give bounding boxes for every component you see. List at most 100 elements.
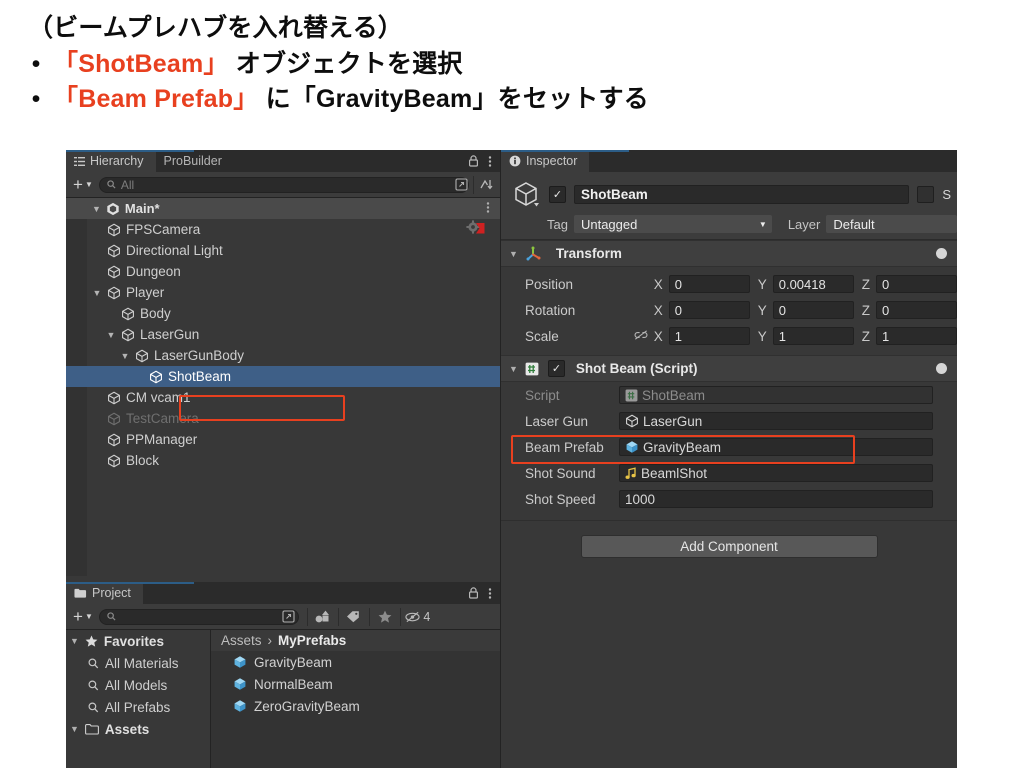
hierarchy-item-block[interactable]: Block [66,450,500,471]
project-hidden-count-button[interactable]: 4 [401,607,435,627]
hierarchy-item-player[interactable]: ▼ Player [66,282,500,303]
tab-inspector[interactable]: Inspector [501,150,590,172]
transform-rotation-y[interactable]: 0 [772,301,854,319]
gear-arrow-icon[interactable] [466,220,486,239]
breadcrumb-current[interactable]: MyPrefabs [278,633,346,648]
hierarchy-item-directional-light[interactable]: Directional Light [66,240,500,261]
hierarchy-expand-button[interactable] [449,175,473,195]
bullet-text-1: 「ShotBeam」 オブジェクトを選択 [53,48,463,82]
kebab-menu-icon[interactable] [488,587,492,600]
breadcrumb: Assets › MyPrefabs [211,630,500,651]
lock-icon[interactable] [468,587,479,599]
prefab-cube-icon [234,700,246,712]
tab-hierarchy[interactable]: Hierarchy [66,150,156,172]
tab-inspector-label: Inspector [526,154,578,168]
layer-dropdown[interactable]: Default [826,215,957,233]
project-tag-button[interactable] [339,607,369,627]
hierarchy-item-dungeon[interactable]: Dungeon [66,261,500,282]
script-field-value-laser-gun[interactable]: LaserGun [619,412,933,430]
project-content[interactable]: Assets › MyPrefabs GravityBeam NormalBeam… [211,630,500,768]
kebab-menu-icon[interactable] [488,155,492,168]
script-component-header[interactable]: ▼ ✓ Shot Beam (Script) [501,355,957,382]
project-search-input[interactable] [98,608,299,625]
script-field-script: Script ShotBeam [501,382,957,408]
project-sidebar-item-assets[interactable]: ▼ Assets [66,718,210,740]
script-fold-arrow[interactable]: ▼ [509,364,518,374]
transform-scale-z[interactable]: 1 [876,327,957,345]
script-field-value-shot-speed[interactable]: 1000 [619,490,933,508]
object-enabled-checkbox[interactable]: ✓ [549,185,566,203]
scene-fold-arrow[interactable]: ▼ [92,204,101,214]
transform-position-x[interactable]: 0 [668,275,750,293]
project-add-button[interactable]: + ▼ [68,608,99,625]
fold-arrow[interactable]: ▼ [120,351,130,361]
plus-icon: + [73,174,83,194]
hierarchy-item-cm-vcam1[interactable]: CM vcam1 [66,387,500,408]
hierarchy-sort-button[interactable] [474,175,498,195]
transform-position-z[interactable]: 0 [876,275,957,293]
tab-project[interactable]: Project [66,582,143,604]
breadcrumb-root[interactable]: Assets [221,633,262,648]
transform-help-dot[interactable] [936,248,947,259]
gameobject-cube-icon [108,433,120,446]
transform-scale-x[interactable]: 1 [668,327,750,345]
hierarchy-toolbar: + ▼ All [66,172,500,198]
project-sidebar[interactable]: ▼ Favorites All Materials All Models All Pre… [66,630,211,768]
tab-probuilder[interactable]: ProBuilder [155,150,234,172]
fold-arrow[interactable]: ▼ [70,724,79,734]
prefab-cube-icon [234,656,246,668]
broken-link-icon[interactable] [634,329,648,341]
script-enabled-checkbox[interactable]: ✓ [547,360,565,377]
scale-link-toggle[interactable] [615,329,654,344]
hierarchy-item-lasergunbody[interactable]: ▼ LaserGunBody [66,345,500,366]
script-field-value-text: GravityBeam [643,439,722,455]
hierarchy-item-testcamera[interactable]: TestCamera [66,408,500,429]
asset-item-gravitybeam[interactable]: GravityBeam [211,651,500,673]
hierarchy-search-input[interactable]: All [98,176,469,193]
project-sidebar-item-all-models[interactable]: All Models [66,674,210,696]
gameobject-cube-icon [122,307,134,320]
project-shape-filter-button[interactable] [308,607,338,627]
hierarchy-item-shotbeam[interactable]: ShotBeam [66,366,500,387]
transform-position-y[interactable]: 0.00418 [772,275,854,293]
hierarchy-item-body[interactable]: Body [66,303,500,324]
project-sidebar-item-all-prefabs[interactable]: All Prefabs [66,696,210,718]
axis-x-label: X [653,328,663,344]
project-tab-icons [468,582,500,604]
search-icon [88,658,99,668]
fold-arrow[interactable]: ▼ [92,288,102,298]
hierarchy-item-ppmanager[interactable]: PPManager [66,429,500,450]
project-sidebar-item-favorites[interactable]: ▼ Favorites [66,630,210,652]
transform-rotation-x[interactable]: 0 [668,301,750,319]
tag-dropdown[interactable]: Untagged ▼ [573,215,772,233]
scene-kebab-menu-icon[interactable] [486,201,490,217]
project-expand-button[interactable] [277,607,301,627]
tag-icon [347,611,360,623]
project-body: ▼ Favorites All Materials All Models All Pre… [66,630,500,768]
script-help-dot[interactable] [936,363,947,374]
hierarchy-item-fpscamera[interactable]: FPSCamera [66,219,500,240]
asset-item-zerogravitybeam[interactable]: ZeroGravityBeam [211,695,500,717]
project-sidebar-item-all-materials[interactable]: All Materials [66,652,210,674]
fold-arrow[interactable]: ▼ [70,636,79,646]
object-name-field[interactable]: ShotBeam [574,184,910,204]
static-checkbox[interactable] [917,185,935,203]
transform-scale-y[interactable]: 1 [772,327,854,345]
asset-item-normalbeam[interactable]: NormalBeam [211,673,500,695]
transform-row-position: Position X 0 Y 0.00418 Z 0 [501,271,957,297]
hierarchy-item-lasergun[interactable]: ▼ LaserGun [66,324,500,345]
project-favorites-button[interactable] [370,607,400,627]
lock-icon[interactable] [468,155,479,167]
axis-x-label: X [653,276,663,292]
hierarchy-add-button[interactable]: + ▼ [68,174,99,194]
script-field-value-beam-prefab[interactable]: GravityBeam [619,438,933,456]
script-field-value-shot-sound[interactable]: BeamlShot [619,464,933,482]
add-component-button[interactable]: Add Component [580,535,878,558]
hierarchy-tree[interactable]: ▼ Main* FPSCamera Directional Light Dungeo… [66,198,500,576]
transform-component-header[interactable]: ▼ Transform [501,240,957,267]
tag-label: Tag [547,216,568,232]
transform-rotation-z[interactable]: 0 [876,301,957,319]
fold-arrow[interactable]: ▼ [106,330,116,340]
scene-root-row[interactable]: ▼ Main* [66,198,500,219]
transform-fold-arrow[interactable]: ▼ [509,249,518,259]
